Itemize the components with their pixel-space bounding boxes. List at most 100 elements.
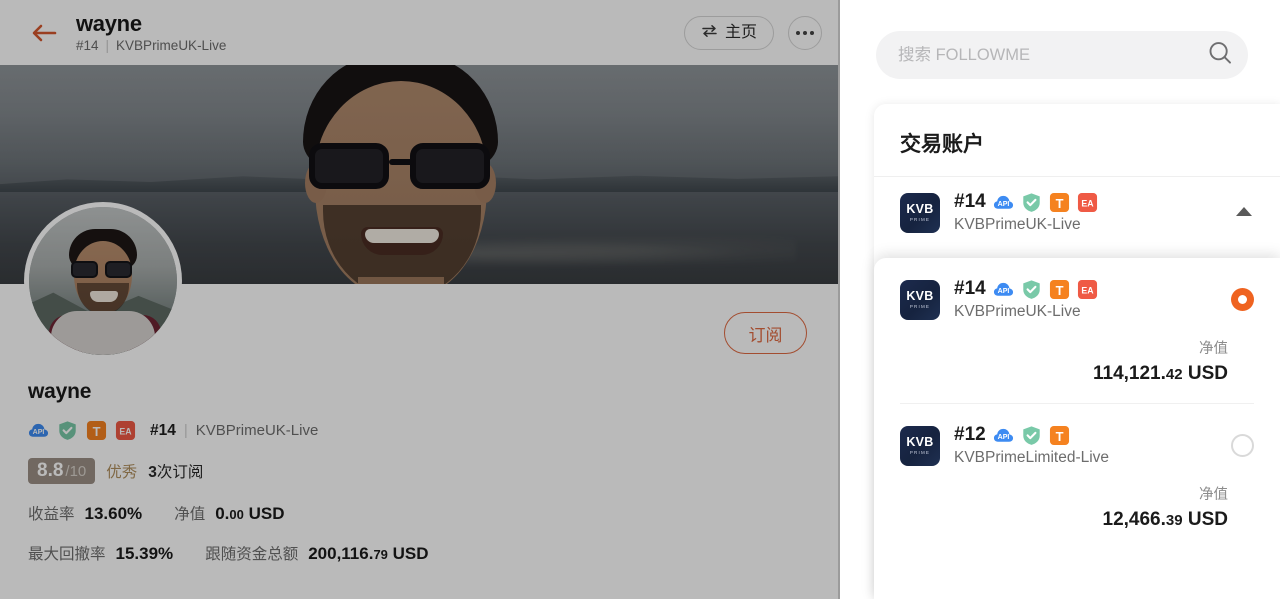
verified-shield-badge <box>1021 279 1042 300</box>
subscription-count: 3次订阅 <box>148 460 203 482</box>
subscribe-button[interactable]: 订阅 <box>724 312 807 354</box>
avatar[interactable] <box>24 202 182 360</box>
person-mouth <box>361 227 443 255</box>
t-badge: T <box>86 420 107 441</box>
account-option-2[interactable]: KVB PRIME #12 API T KVBPrimeLimited-Live… <box>874 404 1280 549</box>
avatar-smile <box>90 291 118 302</box>
verified-shield-badge <box>57 420 78 441</box>
account-option-1-head: KVB PRIME #14 API T EA KVBPrimeUK-Live <box>900 278 1254 321</box>
header-separator: | <box>105 38 110 54</box>
search-icon[interactable] <box>1206 39 1234 72</box>
header-titles: wayne #14 | KVBPrimeUK-Live <box>76 12 684 53</box>
header-subtitle: #14 | KVBPrimeUK-Live <box>76 38 684 53</box>
kvb-logo-icon: KVB PRIME <box>900 279 940 320</box>
kvb-logo-icon: KVB PRIME <box>900 425 940 466</box>
follow-funds-value: 200,116.79 USD <box>308 544 428 564</box>
pane-divider <box>838 0 840 599</box>
equity-int: 12,466. <box>1102 509 1166 530</box>
account-option-2-head: KVB PRIME #12 API T KVBPrimeLimited-Live <box>900 424 1254 467</box>
equity-currency: USD <box>1182 509 1228 530</box>
account-option-2-radio[interactable] <box>1231 434 1254 457</box>
sunglass-lens-left <box>309 143 389 189</box>
account-option-2-id: #12 <box>954 424 986 445</box>
t-badge: T <box>1049 279 1070 300</box>
app-root: wayne #14 | KVBPrimeUK-Live 主页 订阅 wayne … <box>0 0 1280 599</box>
svg-text:T: T <box>1055 195 1063 210</box>
search-box[interactable] <box>876 31 1248 79</box>
svg-text:API: API <box>997 433 1009 440</box>
follow-dec: 79 <box>373 547 388 562</box>
kvb-logo-icon: KVB PRIME <box>900 192 940 233</box>
account-option-2-line1: #12 API T <box>954 424 1217 446</box>
home-button[interactable]: 主页 <box>683 15 774 50</box>
drawdown-value: 15.39% <box>115 544 174 563</box>
account-option-1-equity-value: 114,121.42 USD <box>926 363 1228 385</box>
profile-account-no: #14 <box>150 421 176 439</box>
equity-int: 0. <box>215 504 230 523</box>
equity-label: 净值 <box>174 506 206 523</box>
account-option-2-broker: KVBPrimeLimited-Live <box>954 449 1110 466</box>
subscription-count-unit: 次订阅 <box>156 464 204 481</box>
verified-shield-badge <box>1021 425 1042 446</box>
equity-dec: 00 <box>229 507 244 522</box>
avatar-sunglasses <box>71 261 135 279</box>
account-dropdown-list: KVB PRIME #14 API T EA KVBPrimeUK-Live 净… <box>874 258 1280 599</box>
profile-badge-row: API T EA #14 | KVBPrimeUK-Live <box>28 420 818 441</box>
account-option-2-equity-value: 12,466.39 USD <box>926 509 1229 531</box>
header-broker: KVBPrimeUK-Live <box>116 38 227 54</box>
equity-dec: 42 <box>1165 366 1183 383</box>
subscription-count-value: 3 <box>148 464 157 481</box>
cover-person <box>255 65 585 284</box>
dot-2 <box>803 30 807 35</box>
person-neck <box>358 277 444 284</box>
person-sunglasses <box>307 143 497 191</box>
stat-row-1: 收益率 13.60% 净值 0.00 USD <box>28 502 818 524</box>
equity-int: 114,121. <box>1092 363 1166 384</box>
profile-info: wayne API T EA #14 | KVBPrimeUK-Live 8.8… <box>28 380 818 564</box>
dot-1 <box>796 30 800 35</box>
sunglass-bridge <box>389 159 414 165</box>
rating-max: /10 <box>65 463 87 480</box>
current-account-line1: #14 API T EA <box>954 191 1220 213</box>
header-account-no: #14 <box>76 38 99 54</box>
svg-text:EA: EA <box>1081 285 1094 295</box>
header-username: wayne <box>76 10 142 36</box>
profile-broker: KVBPrimeUK-Live <box>195 422 319 439</box>
back-arrow-icon[interactable] <box>28 17 60 49</box>
avatar-lens-right <box>105 261 132 278</box>
kvb-logo-sub: PRIME <box>909 450 931 456</box>
kvb-logo-sub: PRIME <box>909 217 931 223</box>
caret-up-icon[interactable] <box>1234 204 1254 222</box>
svg-text:API: API <box>997 200 1009 207</box>
kvb-logo-main: KVB <box>906 434 934 449</box>
rating-score: 8.8 <box>37 460 64 481</box>
t-badge: T <box>1049 425 1070 446</box>
drawdown-label: 最大回撤率 <box>28 546 106 563</box>
current-account-row[interactable]: KVB PRIME #14 API T EA KVBPrimeUK-Live <box>874 177 1280 250</box>
return-rate-value: 13.60% <box>84 504 143 523</box>
ea-badge: EA <box>115 420 136 441</box>
equity-currency: USD <box>1182 363 1228 384</box>
follow-currency: USD <box>387 544 429 563</box>
account-option-1-line1: #14 API T EA <box>954 278 1217 300</box>
profile-name: wayne <box>28 380 92 403</box>
current-account-broker: KVBPrimeUK-Live <box>954 216 1081 233</box>
avatar-image <box>29 207 177 355</box>
account-option-1-text: #14 API T EA KVBPrimeUK-Live <box>954 278 1217 321</box>
search-input[interactable] <box>898 45 1206 65</box>
rating-label: 优秀 <box>106 464 138 481</box>
current-account-text: #14 API T EA KVBPrimeUK-Live <box>954 191 1220 234</box>
equity-value: 0.00 USD <box>215 504 284 524</box>
api-badge: API <box>993 279 1014 300</box>
account-option-1-equity: 净值 114,121.42 USD <box>900 321 1254 403</box>
stat-row-2: 最大回撤率 15.39% 跟随资金总额 200,116.79 USD <box>28 542 818 564</box>
dot-3 <box>810 30 814 35</box>
follow-funds-label: 跟随资金总额 <box>205 546 299 563</box>
account-option-1[interactable]: KVB PRIME #14 API T EA KVBPrimeUK-Live 净… <box>874 258 1280 403</box>
equity-dec: 39 <box>1165 512 1183 529</box>
profile-pane: wayne #14 | KVBPrimeUK-Live 主页 订阅 wayne … <box>0 0 840 599</box>
more-dots-icon[interactable] <box>788 15 822 50</box>
equity-currency: USD <box>243 504 285 523</box>
account-option-1-radio[interactable] <box>1231 288 1254 311</box>
header-actions: 主页 <box>683 15 822 50</box>
